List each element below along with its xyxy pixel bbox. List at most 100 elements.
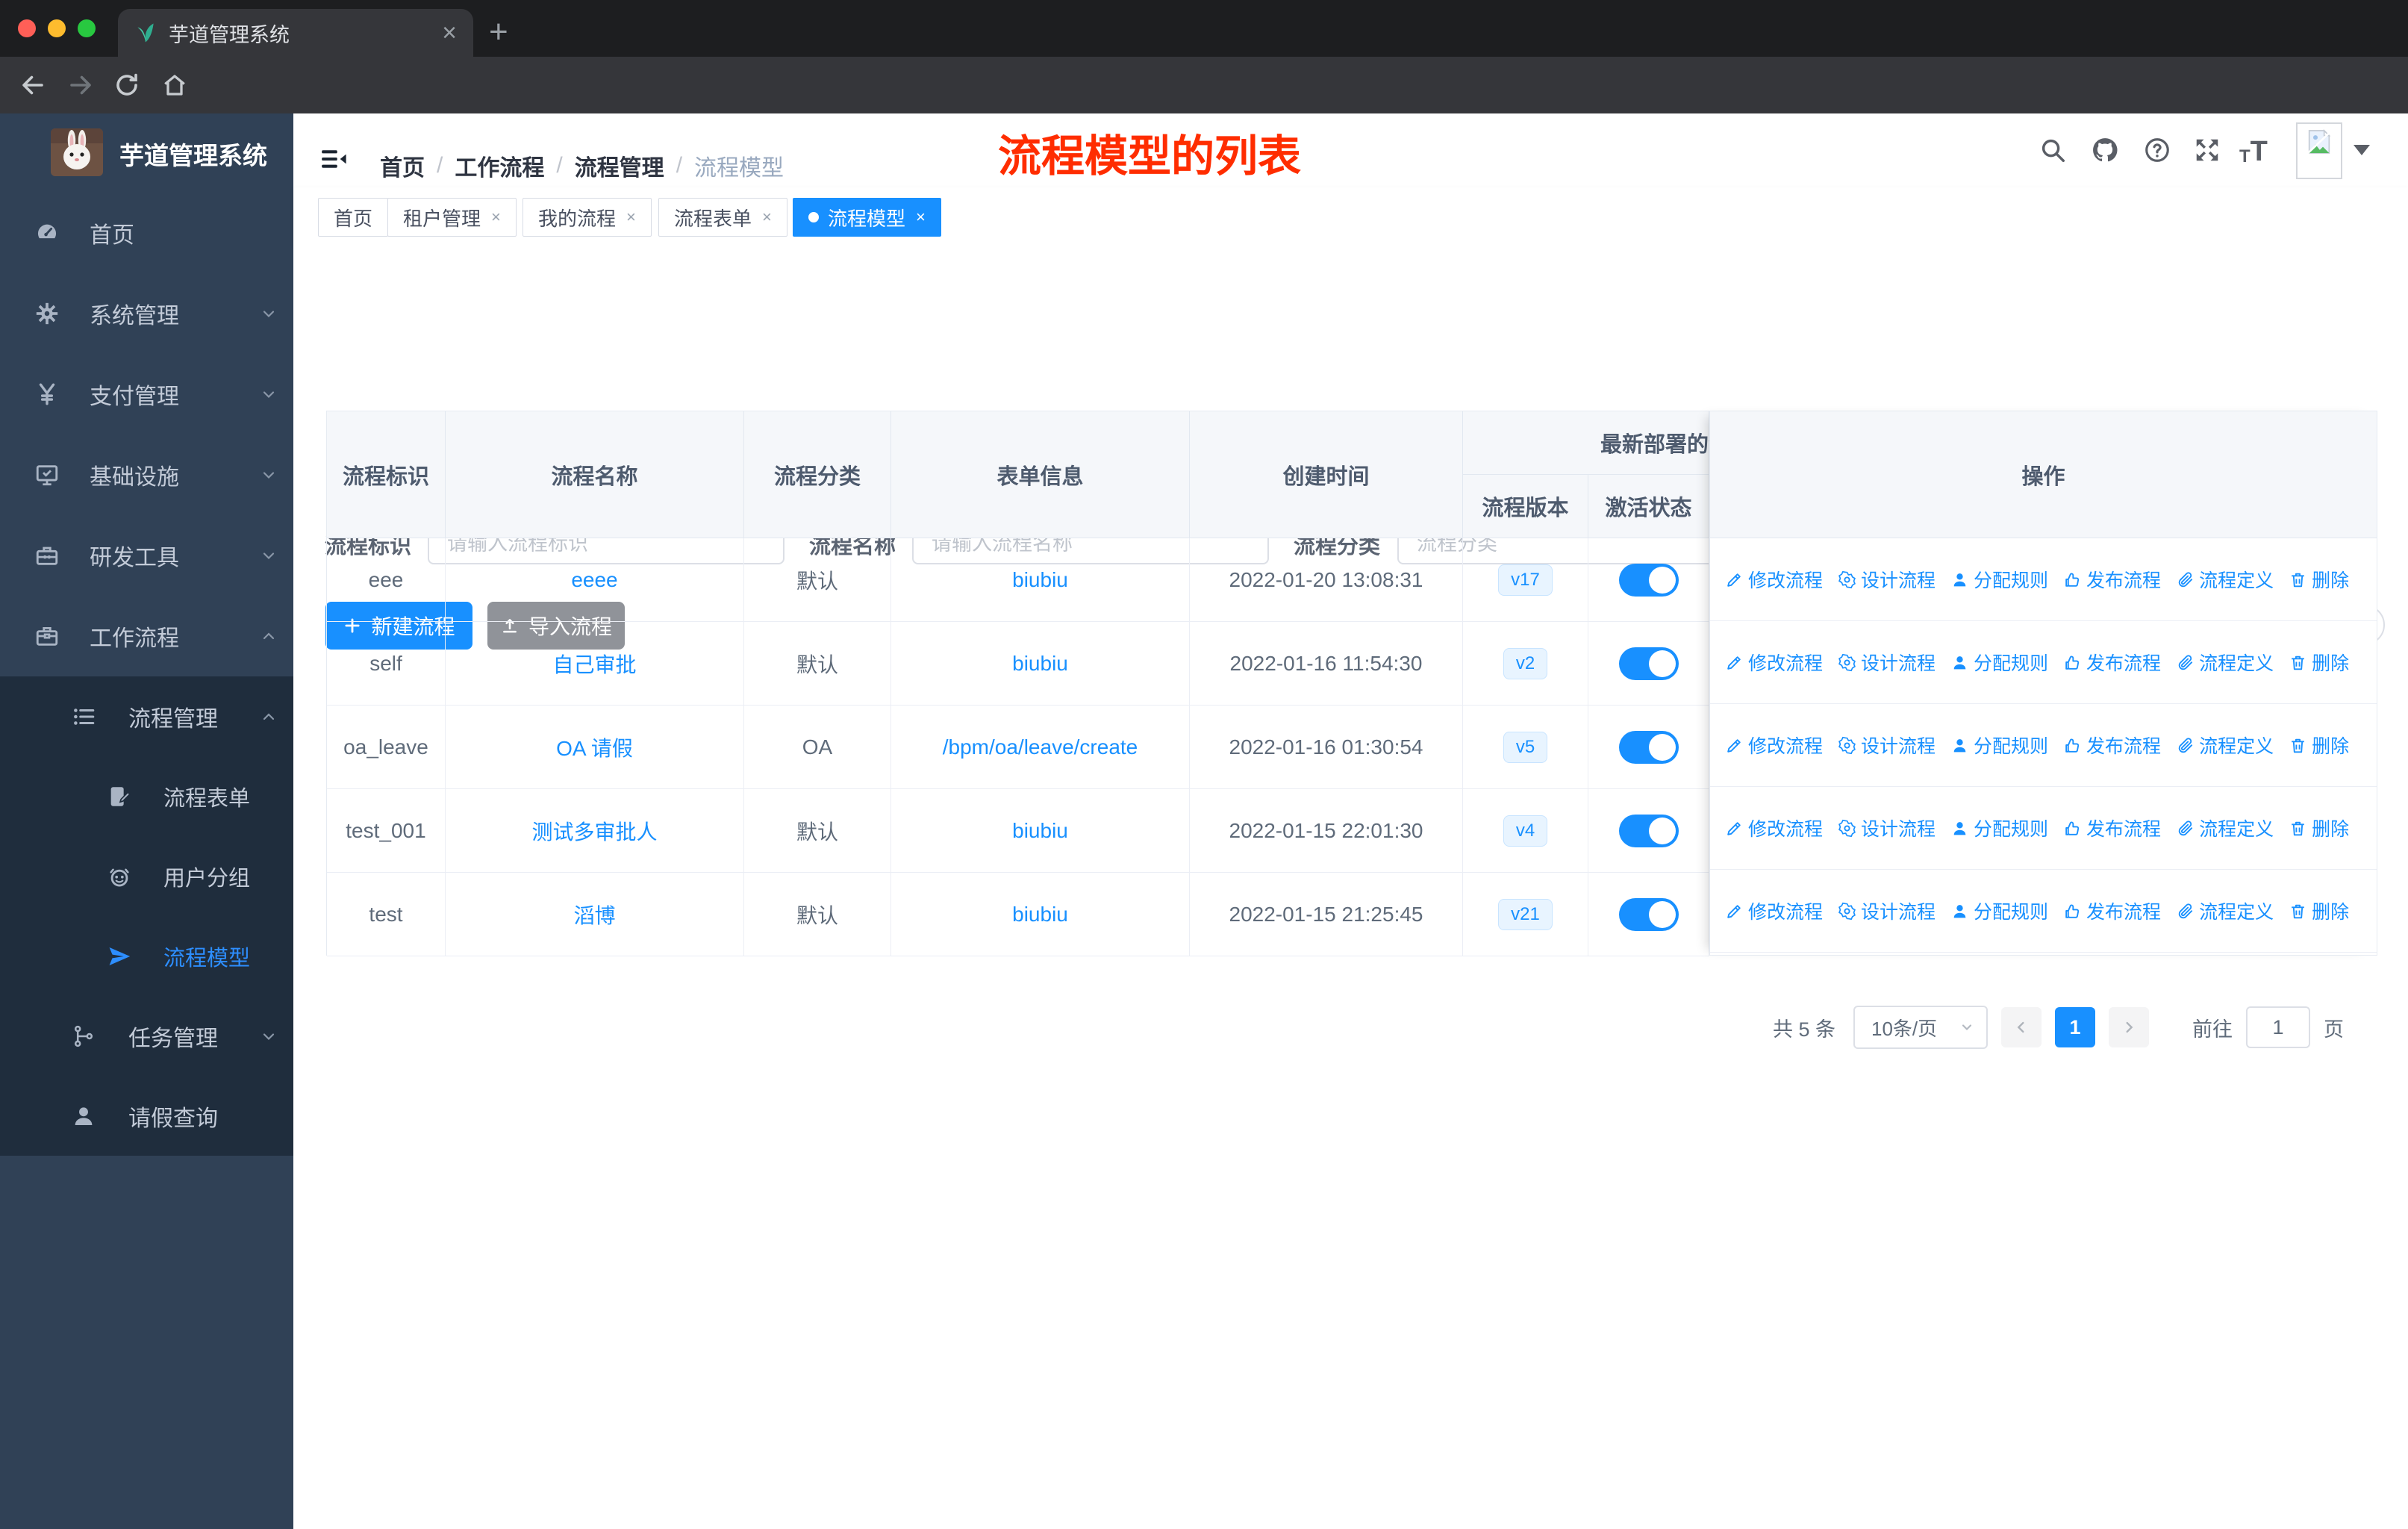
home-icon[interactable] [161, 72, 188, 99]
active-toggle[interactable] [1618, 730, 1679, 764]
tab-我的流程[interactable]: 我的流程 × [523, 198, 652, 237]
active-toggle[interactable] [1618, 814, 1679, 847]
browser-tab[interactable]: 芋道管理系统 × [118, 9, 473, 57]
breadcrumb-item-2[interactable]: 流程管理 [575, 149, 664, 182]
sidebar-item-用户分组[interactable]: 用户分组 [0, 836, 293, 916]
action-流程定义[interactable]: 流程定义 [2176, 815, 2274, 841]
action-发布流程[interactable]: 发布流程 [2063, 649, 2161, 676]
version-badge[interactable]: v21 [1498, 898, 1553, 930]
form-info-link[interactable]: biubiu [1012, 652, 1068, 676]
sidebar-item-label: 流程模型 [163, 946, 251, 971]
sidebar-item-请假查询[interactable]: 请假查询 [0, 1076, 293, 1156]
help-icon[interactable] [2143, 136, 2171, 164]
tab-首页[interactable]: 首页 [318, 198, 389, 237]
goto-page-input[interactable]: 1 [2246, 1006, 2310, 1048]
version-badge[interactable]: v2 [1503, 647, 1548, 679]
sidebar-item-流程管理[interactable]: 流程管理 [0, 676, 293, 756]
tab-流程表单[interactable]: 流程表单 × [658, 198, 787, 237]
tab-close-icon[interactable]: × [442, 20, 457, 46]
close-icon[interactable]: × [491, 208, 501, 227]
action-label: 分配规则 [1974, 902, 2049, 923]
close-icon[interactable]: × [762, 208, 772, 227]
action-流程定义[interactable]: 流程定义 [2176, 897, 2274, 924]
action-设计流程[interactable]: 设计流程 [1838, 566, 1936, 593]
action-修改流程[interactable]: 修改流程 [1725, 897, 1823, 924]
search-icon[interactable] [2039, 136, 2067, 164]
reload-icon[interactable] [113, 72, 140, 99]
github-icon[interactable] [2091, 136, 2119, 164]
action-设计流程[interactable]: 设计流程 [1838, 732, 1936, 759]
window-minimize-button[interactable] [48, 19, 66, 37]
action-label: 分配规则 [1974, 736, 2049, 757]
breadcrumb-item-0[interactable]: 首页 [380, 149, 425, 182]
prev-page-button[interactable] [2001, 1007, 2042, 1047]
action-分配规则[interactable]: 分配规则 [1950, 649, 2048, 676]
new-tab-button[interactable]: + [489, 13, 508, 51]
sidebar-item-任务管理[interactable]: 任务管理 [0, 996, 293, 1076]
avatar-caret-icon[interactable] [2354, 145, 2370, 155]
form-info-link[interactable]: biubiu [1012, 819, 1068, 843]
window-close-button[interactable] [18, 19, 36, 37]
action-删除[interactable]: 删除 [2289, 732, 2349, 759]
action-发布流程[interactable]: 发布流程 [2063, 732, 2161, 759]
action-发布流程[interactable]: 发布流程 [2063, 897, 2161, 924]
action-删除[interactable]: 删除 [2289, 897, 2349, 924]
action-修改流程[interactable]: 修改流程 [1725, 815, 1823, 841]
version-badge[interactable]: v17 [1498, 564, 1553, 596]
form-info-link[interactable]: biubiu [1012, 568, 1068, 592]
active-toggle[interactable] [1618, 647, 1679, 680]
process-name-link[interactable]: eeee [571, 568, 617, 592]
action-流程定义[interactable]: 流程定义 [2176, 649, 2274, 676]
action-流程定义[interactable]: 流程定义 [2176, 732, 2274, 759]
action-删除[interactable]: 删除 [2289, 815, 2349, 841]
action-设计流程[interactable]: 设计流程 [1838, 815, 1936, 841]
process-name-link[interactable]: 测试多审批人 [531, 816, 657, 846]
action-修改流程[interactable]: 修改流程 [1725, 649, 1823, 676]
tab-租户管理[interactable]: 租户管理 × [387, 198, 517, 237]
version-badge[interactable]: v4 [1503, 815, 1548, 847]
process-name-link[interactable]: 自己审批 [552, 649, 636, 679]
process-name-link[interactable]: 滔博 [573, 900, 615, 929]
action-删除[interactable]: 删除 [2289, 566, 2349, 593]
sidebar-item-系统管理[interactable]: 系统管理 [0, 273, 293, 353]
back-icon[interactable] [19, 72, 46, 99]
action-流程定义[interactable]: 流程定义 [2176, 566, 2274, 593]
sidebar-item-流程表单[interactable]: 流程表单 [0, 756, 293, 836]
action-发布流程[interactable]: 发布流程 [2063, 566, 2161, 593]
active-toggle[interactable] [1618, 897, 1679, 931]
sidebar-item-基础设施[interactable]: 基础设施 [0, 435, 293, 514]
page-size-select[interactable]: 10条/页 [1853, 1006, 1988, 1049]
sidebar-item-首页[interactable]: 首页 [0, 193, 293, 273]
sidebar-item-工作流程[interactable]: 工作流程 [0, 596, 293, 676]
font-size-icon[interactable]: TT [2239, 137, 2268, 166]
sidebar-fold-icon[interactable] [319, 145, 348, 172]
current-page-button[interactable]: 1 [2055, 1007, 2095, 1047]
close-icon[interactable]: × [916, 208, 926, 227]
process-name-link[interactable]: OA 请假 [556, 732, 633, 762]
action-删除[interactable]: 删除 [2289, 649, 2349, 676]
sidebar-item-研发工具[interactable]: 研发工具 [0, 515, 293, 595]
forward-icon[interactable] [67, 72, 94, 99]
close-icon[interactable]: × [626, 208, 636, 227]
next-page-button[interactable] [2109, 1007, 2149, 1047]
action-修改流程[interactable]: 修改流程 [1725, 566, 1823, 593]
avatar[interactable] [2296, 122, 2342, 179]
action-分配规则[interactable]: 分配规则 [1950, 815, 2048, 841]
window-zoom-button[interactable] [78, 19, 96, 37]
breadcrumb-item-1[interactable]: 工作流程 [455, 149, 544, 182]
form-info-link[interactable]: biubiu [1012, 903, 1068, 927]
action-设计流程[interactable]: 设计流程 [1838, 897, 1936, 924]
action-发布流程[interactable]: 发布流程 [2063, 815, 2161, 841]
action-设计流程[interactable]: 设计流程 [1838, 649, 1936, 676]
sidebar-item-流程模型[interactable]: 流程模型 [0, 916, 293, 996]
action-分配规则[interactable]: 分配规则 [1950, 566, 2048, 593]
action-分配规则[interactable]: 分配规则 [1950, 732, 2048, 759]
version-badge[interactable]: v5 [1503, 731, 1548, 763]
fullscreen-icon[interactable] [2193, 136, 2221, 164]
form-info-link[interactable]: /bpm/oa/leave/create [943, 735, 1138, 759]
action-修改流程[interactable]: 修改流程 [1725, 732, 1823, 759]
action-分配规则[interactable]: 分配规则 [1950, 897, 2048, 924]
sidebar-item-支付管理[interactable]: 支付管理 [0, 354, 293, 434]
active-toggle[interactable] [1618, 563, 1679, 597]
tab-流程模型[interactable]: 流程模型 × [793, 198, 941, 237]
